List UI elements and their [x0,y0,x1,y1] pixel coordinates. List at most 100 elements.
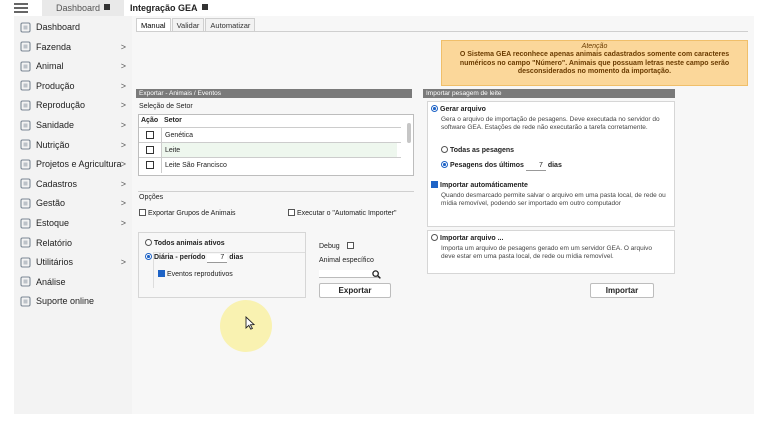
repro-events-checkbox[interactable] [158,270,165,277]
sidebar-item-estoque[interactable]: Estoque > [14,214,132,232]
last-days-input[interactable]: 7 [525,162,546,171]
sidebar-item-gest-o[interactable]: Gestão > [14,194,132,212]
sidebar-item-label: Suporte online [36,296,95,307]
tab-close-icon[interactable] [104,4,111,10]
generate-file-radio[interactable] [431,105,438,112]
period-group: Todos animais ativos Diária - período 7 … [138,232,306,298]
tab-close-icon[interactable] [201,4,208,10]
auto-import-checkbox[interactable] [431,181,438,188]
export-groups-label: Exportar Grupos de Animais [148,210,236,217]
search-icon[interactable] [372,270,381,279]
import-panel: Importar pesagem de leite Gerar arquivo … [423,89,676,299]
sector-selection-title: Seleção de Setor [139,103,193,110]
debug-checkbox[interactable] [346,242,354,249]
sidebar-item-nutri-o[interactable]: Nutrição > [14,136,132,154]
sidebar-item-label: Produção [36,80,75,91]
sidebar-item-relat-rio[interactable]: Relatório [14,234,132,252]
sidebar-item-label: Análise [36,276,66,287]
import-file-radio[interactable] [431,234,438,241]
col-header-action: Ação [141,117,159,124]
export-button[interactable]: Exportar [319,283,391,298]
table-scrollbar[interactable] [407,123,411,143]
generate-file-group: Gerar arquivo Gera o arquivo de importaç… [427,101,675,227]
report-icon [19,237,31,249]
sidebar-item-fazenda[interactable]: Fazenda > [14,38,132,56]
automatic-importer-option[interactable]: Executar o "Automatic Importer" [288,209,397,217]
sidebar-item-produ-o[interactable]: Produção > [14,77,132,95]
generate-file-option[interactable]: Gerar arquivo [431,105,486,113]
cow-icon [19,60,31,72]
chevron-right-icon: > [120,139,126,150]
generate-file-description: Gera o arquivo de importação de pesagens… [441,116,660,131]
col-header-sector: Setor [164,117,182,124]
sidebar-item-sanidade[interactable]: Sanidade > [14,116,132,134]
chevron-right-icon: > [120,218,126,228]
repro-events-option[interactable]: Eventos reprodutivos [158,270,233,278]
tab-dashboard[interactable]: Dashboard [42,0,124,16]
list-icon [19,178,31,190]
daily-period-radio[interactable] [145,253,152,260]
subtab-automatizar[interactable]: Automatizar [205,18,256,32]
generate-file-label: Gerar arquivo [440,106,486,113]
last-weighings-label: Pesagens dos últimos [450,162,524,169]
hamburger-menu-icon[interactable] [14,3,28,13]
window-tab-strip: Dashboard Integração GEA [0,0,768,16]
export-groups-checkbox[interactable] [139,209,146,216]
table-row[interactable]: Leite [139,142,401,158]
sidebar-item-reprodu-o[interactable]: Reprodução > [14,96,132,114]
sidebar-item-projetos-e-agricultura[interactable]: Projetos e Agricultura > [14,155,132,173]
mouse-pointer-icon [245,316,255,330]
sector-checkbox[interactable] [146,146,154,154]
chevron-right-icon: > [120,198,126,209]
all-weighings-radio[interactable] [441,146,448,153]
gear-icon [19,80,31,92]
table-row[interactable]: Leite São Francisco [139,157,401,173]
export-panel-header: Exportar - Animais / Eventos [136,89,412,98]
import-button[interactable]: Importar [590,283,654,298]
import-file-label: Importar arquivo ... [440,235,504,242]
table-row[interactable]: Genética [139,127,401,143]
sidebar-item-animal[interactable]: Animal > [14,57,132,75]
all-weighings-option[interactable]: Todas as pesagens [441,146,514,154]
subtab-manual[interactable]: Manual [136,18,171,32]
barn-icon [19,41,31,53]
sidebar-item-label: Estoque [36,218,70,228]
specific-animal-input[interactable] [319,270,379,278]
analysis-icon [19,276,31,288]
all-animals-radio[interactable] [145,239,152,246]
tab-integracao-gea[interactable]: Integração GEA [124,0,214,16]
last-weighings-option[interactable]: Pesagens dos últimos 7 dias [441,161,562,171]
sidebar-item-an-lise[interactable]: Análise [14,273,132,291]
subtab-validar[interactable]: Validar [171,18,205,32]
chevron-right-icon: > [120,100,126,111]
sidebar-item-label: Reprodução [36,100,86,111]
all-weighings-label: Todas as pesagens [450,147,515,154]
subtab-divider [136,31,748,32]
tab-integracao-label: Integração GEA [130,3,198,13]
reproduction-icon [19,99,31,111]
sidebar-item-cadastros[interactable]: Cadastros > [14,175,132,193]
sidebar-item-label: Fazenda [36,41,72,52]
sidebar-item-label: Utilitários [36,257,74,268]
debug-option[interactable]: Debug [319,242,356,250]
sector-checkbox[interactable] [146,131,154,139]
automatic-importer-checkbox[interactable] [288,209,295,216]
sector-checkbox[interactable] [146,161,154,169]
sidebar-item-utilit-rios[interactable]: Utilitários > [14,253,132,271]
sidebar-item-dashboard[interactable]: Dashboard [14,18,132,36]
money-icon [19,197,31,209]
last-weighings-radio[interactable] [441,161,448,168]
import-file-description: Importa um arquivo de pesagens gerado em… [441,245,652,260]
all-animals-label: Todos animais ativos [154,240,225,247]
chevron-right-icon: > [120,61,126,72]
export-groups-option[interactable]: Exportar Grupos de Animais [139,209,236,217]
sidebar-item-label: Dashboard [36,22,81,32]
sidebar-item-suporte-online[interactable]: Suporte online [14,292,132,310]
all-animals-option[interactable]: Todos animais ativos [145,239,225,247]
import-file-group: Importar arquivo ... Importa um arquivo … [427,230,675,274]
sector-cell: Leite São Francisco [161,158,397,173]
sector-table: Ação Setor Genética Leite Leite São Fran… [138,114,414,176]
auto-import-option[interactable]: Importar automáticamente [431,181,528,189]
sidebar-item-label: Gestão [36,198,66,209]
import-file-option[interactable]: Importar arquivo ... [431,234,503,242]
